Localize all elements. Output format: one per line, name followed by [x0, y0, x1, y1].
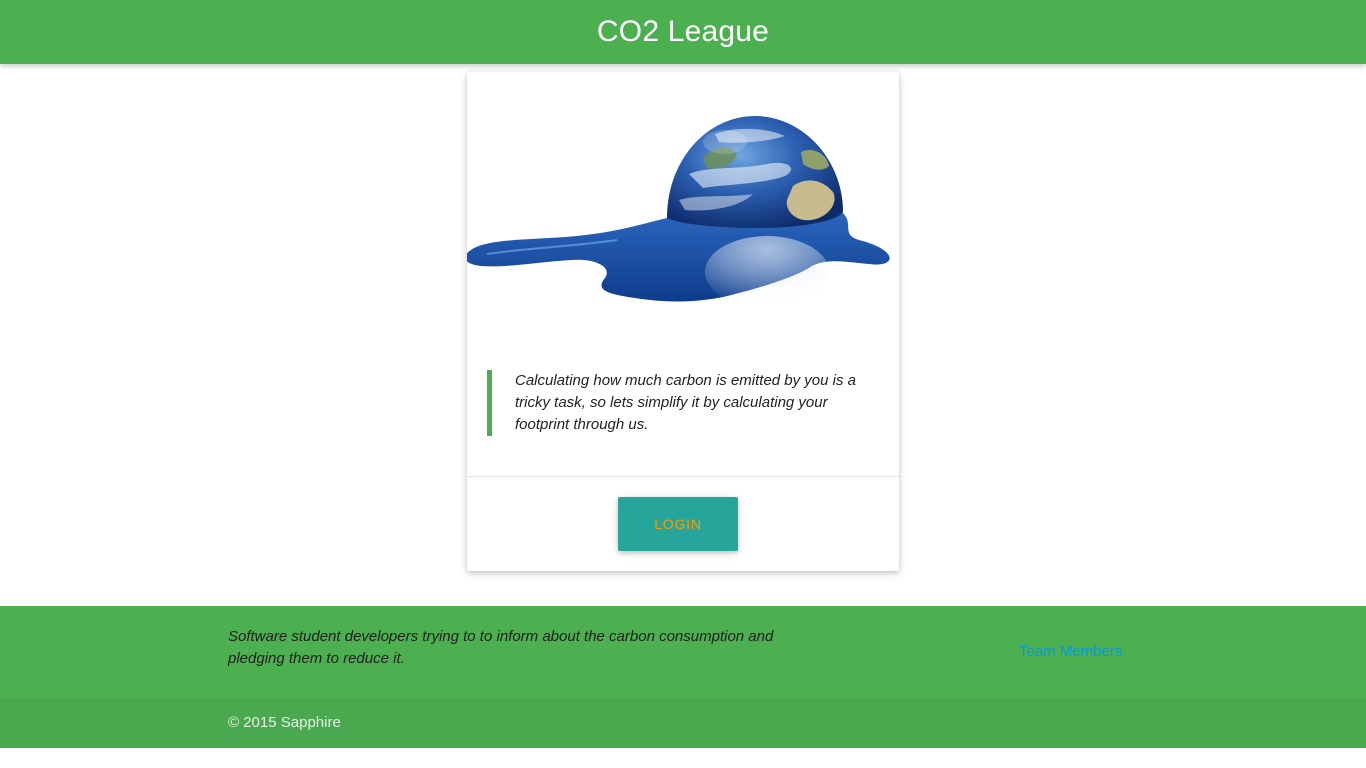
page-footer: Software student developers trying to to… [0, 606, 1366, 698]
brand-logo-title[interactable]: CO2 League [597, 0, 769, 64]
melting-earth-image [467, 72, 899, 344]
intro-quote-text: Calculating how much carbon is emitted b… [515, 372, 857, 433]
card-action-divider [467, 476, 899, 477]
intro-quote: Calculating how much carbon is emitted b… [487, 370, 877, 436]
top-navbar: CO2 League [0, 0, 1366, 64]
intro-card: Calculating how much carbon is emitted b… [467, 72, 899, 571]
login-button[interactable]: Login [618, 497, 738, 551]
copyright-text: © 2015 Sapphire [228, 714, 341, 731]
team-members-link[interactable]: Team Members [1019, 642, 1122, 662]
footer-description: Software student developers trying to to… [228, 628, 774, 667]
footer-copyright-bar: © 2015 Sapphire [0, 698, 1366, 748]
page-bottom-spacer [0, 748, 1366, 768]
